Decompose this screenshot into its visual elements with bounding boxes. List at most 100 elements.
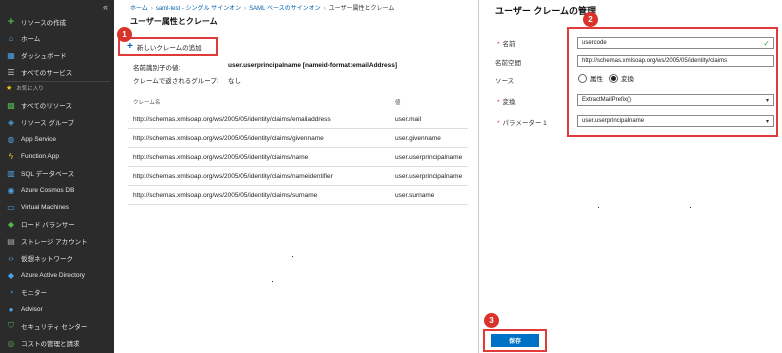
sidebar-item-label: ストレージ アカウント xyxy=(21,239,88,246)
sidebar-item-storage-accounts[interactable]: ▤ ストレージ アカウント xyxy=(0,233,114,249)
stray-dot xyxy=(690,207,691,208)
globe-icon: ◍ xyxy=(7,134,15,144)
name-input[interactable]: usercode ✓ xyxy=(577,37,774,49)
source-label: ソース xyxy=(495,78,515,85)
breadcrumb-current: ユーザー属性とクレーム xyxy=(328,6,395,12)
source-radio-attribute[interactable] xyxy=(578,73,587,83)
sidebar-item-dashboard[interactable]: ▦ ダッシュボード xyxy=(0,47,114,63)
storage-icon: ▤ xyxy=(7,236,15,246)
step-marker-2: 2 xyxy=(583,12,598,27)
table-row[interactable]: http://schemas.xmlsoap.org/ws/2005/05/id… xyxy=(128,110,468,129)
add-claim-label: 新しいクレームの追加 xyxy=(136,44,202,52)
name-id-value[interactable]: user.userprincipalname [nameid-format:em… xyxy=(228,62,397,69)
sidebar-item-advisor[interactable]: ● Advisor xyxy=(0,301,114,317)
sidebar-item-monitor[interactable]: ◔ モニター xyxy=(0,284,114,300)
parameter-select-value: user.userprincipalname xyxy=(582,118,645,124)
sidebar-item-load-balancer[interactable]: ◆ ロード バランサー xyxy=(0,216,114,232)
sidebar-item-label: セキュリティ センター xyxy=(21,324,88,331)
breadcrumb-home[interactable]: ホーム xyxy=(130,6,148,12)
sidebar-item-security-center[interactable]: ⛉ セキュリティ センター xyxy=(0,318,114,334)
sidebar-item-label: ダッシュボード xyxy=(21,53,67,60)
shield-icon: ⛉ xyxy=(8,321,14,330)
sidebar-item-azure-ad[interactable]: ◆ Azure Active Directory xyxy=(0,267,114,283)
table-row[interactable]: http://schemas.xmlsoap.org/ws/2005/05/id… xyxy=(128,129,468,148)
double-chevron-left-icon[interactable]: « xyxy=(103,2,108,12)
sidebar-item-create-resource[interactable]: + リソースの作成 xyxy=(0,14,114,30)
source-option-transform: 変換 xyxy=(621,76,634,83)
chevron-right-icon: › xyxy=(150,6,153,12)
source-radio-transform[interactable] xyxy=(609,73,618,83)
name-label: * 名前 xyxy=(497,41,516,48)
transform-label: * 変換 xyxy=(497,99,516,106)
sidebar-item-app-service[interactable]: ◍ App Service xyxy=(0,131,114,147)
sidebar-item-home[interactable]: ⌂ ホーム xyxy=(0,30,114,46)
sidebar: « + リソースの作成 ⌂ ホーム ▦ ダッシュボード ☰ すべてのサービス ★… xyxy=(0,0,114,353)
list-icon: ☰ xyxy=(7,67,15,77)
sidebar-item-virtual-networks[interactable]: ‹› 仮想ネットワーク xyxy=(0,250,114,266)
cost-icon: ◎ xyxy=(7,338,15,348)
favorites-label: お気に入り xyxy=(16,86,44,92)
namespace-input[interactable]: http://schemas.xmlsoap.org/ws/2005/05/id… xyxy=(577,55,774,67)
cube-icon: ◈ xyxy=(7,117,15,127)
source-radio-group: 属性 変換 xyxy=(578,73,634,83)
add-claim-button[interactable]: + 新しいクレームの追加 xyxy=(118,37,218,56)
sidebar-item-cost-management[interactable]: ◎ コストの管理と請求 xyxy=(0,335,114,351)
sidebar-item-label: コストの管理と請求 xyxy=(21,341,80,348)
sidebar-item-function-app[interactable]: ϟ Function App xyxy=(0,148,114,164)
sidebar-item-virtual-machines[interactable]: ▭ Virtual Machines xyxy=(0,199,114,215)
transform-select-value: ExtractMailPrefix() xyxy=(582,97,632,103)
claim-name: http://schemas.xmlsoap.org/ws/2005/05/id… xyxy=(133,173,333,180)
breadcrumb-sso[interactable]: saml-test - シングル サインオン xyxy=(156,6,241,12)
sidebar-item-label: ホーム xyxy=(21,36,41,43)
claim-name: http://schemas.xmlsoap.org/ws/2005/05/id… xyxy=(133,135,324,142)
monitor-icon: ▭ xyxy=(7,202,15,212)
parameter-select[interactable]: user.userprincipalname ▾ xyxy=(577,115,774,127)
claim-name: http://schemas.xmlsoap.org/ws/2005/05/id… xyxy=(133,192,318,199)
plus-icon: + xyxy=(127,41,133,52)
transform-select[interactable]: ExtractMailPrefix() ▾ xyxy=(577,94,774,106)
groups-value[interactable]: なし xyxy=(228,75,241,85)
page-title: ユーザー属性とクレーム xyxy=(130,17,218,26)
table-row[interactable]: http://schemas.xmlsoap.org/ws/2005/05/id… xyxy=(128,148,468,167)
sidebar-item-label: すべてのサービス xyxy=(21,70,73,77)
parameter-label-text: パラメーター 1 xyxy=(502,120,547,127)
dashboard-icon: ▦ xyxy=(7,50,15,60)
gauge-icon: ◔ xyxy=(8,287,14,297)
sidebar-item-label: リソースの作成 xyxy=(21,20,67,27)
checkmark-icon: ✓ xyxy=(763,38,770,48)
sidebar-item-label: Function App xyxy=(21,152,59,160)
name-label-text: 名前 xyxy=(502,41,516,48)
sidebar-item-sql-database[interactable]: ▥ SQL データベース xyxy=(0,165,114,181)
diamond-icon: ◆ xyxy=(7,219,15,229)
network-icon: ‹› xyxy=(8,253,14,263)
breadcrumb-saml[interactable]: SAML ベースのサインオン xyxy=(249,6,320,12)
sidebar-item-cosmos-db[interactable]: ◉ Azure Cosmos DB xyxy=(0,182,114,198)
sidebar-item-label: 仮想ネットワーク xyxy=(21,256,73,263)
panel-title: ユーザー クレームの管理 xyxy=(495,6,597,16)
sidebar-item-label: リソース グループ xyxy=(21,120,75,127)
claim-name: http://schemas.xmlsoap.org/ws/2005/05/id… xyxy=(133,116,331,123)
favorites-header: ★ お気に入り xyxy=(6,84,44,92)
table-row[interactable]: http://schemas.xmlsoap.org/ws/2005/05/id… xyxy=(128,167,468,186)
sidebar-item-all-resources[interactable]: ▩ すべてのリソース xyxy=(0,97,114,113)
planet-icon: ◉ xyxy=(7,185,15,195)
table-row[interactable]: http://schemas.xmlsoap.org/ws/2005/05/id… xyxy=(128,186,468,205)
sidebar-item-label: Azure Active Directory xyxy=(21,271,85,279)
home-icon: ⌂ xyxy=(8,33,14,43)
sidebar-item-label: Advisor xyxy=(21,305,43,313)
sidebar-item-label: ロード バランサー xyxy=(21,222,75,229)
source-option-attribute: 属性 xyxy=(590,76,603,83)
sidebar-item-label: App Service xyxy=(21,135,57,143)
groups-label: クレームで返されるグループ: xyxy=(133,78,219,85)
sidebar-item-label: Azure Cosmos DB xyxy=(21,186,75,194)
parameter-label: * パラメーター 1 xyxy=(497,120,547,127)
save-button[interactable]: 保存 xyxy=(491,334,539,347)
sidebar-divider xyxy=(4,81,110,82)
name-input-value: usercode xyxy=(582,40,607,46)
claim-name: http://schemas.xmlsoap.org/ws/2005/05/id… xyxy=(133,154,309,161)
step-marker-3: 3 xyxy=(484,313,499,328)
name-id-label: 名前識別子の値: xyxy=(133,65,181,72)
claim-value: user.surname xyxy=(395,192,435,199)
sidebar-item-resource-groups[interactable]: ◈ リソース グループ xyxy=(0,114,114,130)
sidebar-item-all-services[interactable]: ☰ すべてのサービス xyxy=(0,64,114,80)
